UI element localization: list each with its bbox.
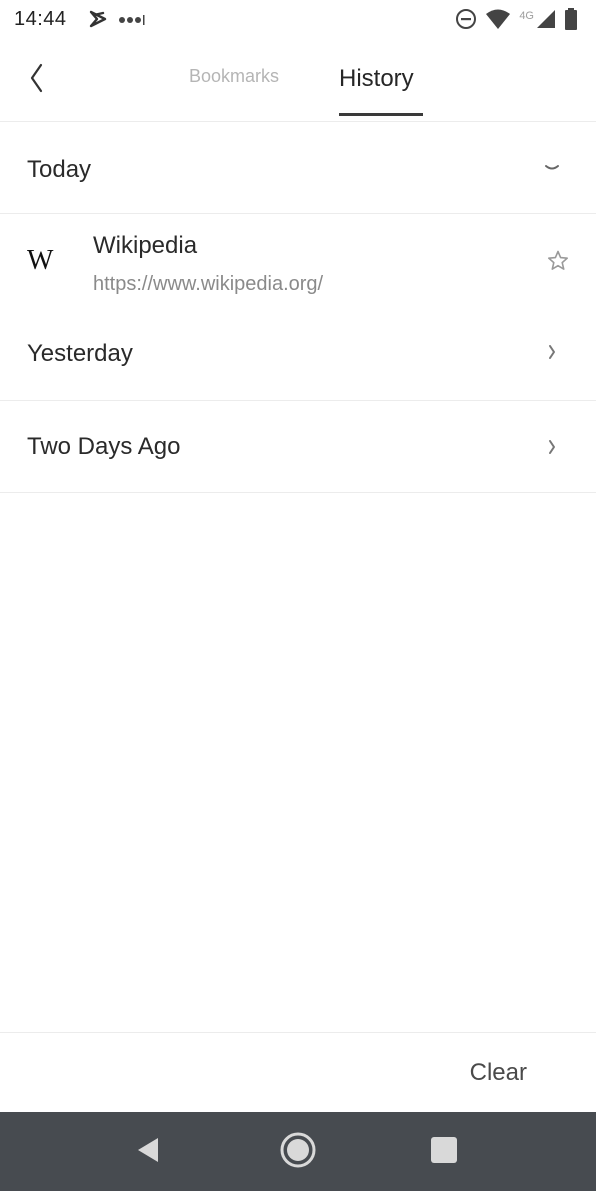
section-yesterday[interactable]: Yesterday	[0, 308, 596, 401]
star-icon[interactable]	[546, 249, 570, 273]
circle-home-icon	[278, 1130, 318, 1175]
footer-bar: Clear	[0, 1032, 596, 1112]
section-yesterday-label: Yesterday	[27, 340, 133, 367]
battery-icon	[564, 8, 578, 35]
back-button[interactable]	[18, 60, 54, 100]
history-item[interactable]: W Wikipedia https://www.wikipedia.org/	[0, 215, 596, 308]
status-right-icons: 4G	[455, 8, 578, 35]
chevron-right-icon	[542, 342, 562, 362]
chevron-down-icon	[542, 158, 562, 178]
nav-home-button[interactable]	[278, 1132, 318, 1172]
wikipedia-logo-icon: W	[27, 245, 53, 276]
chevron-left-icon	[29, 63, 43, 98]
status-bar: 14:44 4G	[0, 0, 596, 40]
history-item-title: Wikipedia	[93, 232, 198, 259]
active-tab-indicator	[339, 113, 423, 116]
chevron-right-icon	[542, 437, 562, 457]
status-time: 14:44	[14, 8, 67, 30]
more-dots-icon	[118, 13, 146, 31]
section-two-days-ago-label: Two Days Ago	[27, 433, 181, 460]
section-two-days-ago[interactable]: Two Days Ago	[0, 401, 596, 493]
notification-icon	[88, 9, 108, 34]
clear-button[interactable]: Clear	[470, 1059, 527, 1087]
section-today[interactable]: Today	[0, 122, 596, 214]
status-left-icons	[88, 9, 146, 34]
top-bar: Bookmarks History	[0, 40, 596, 122]
network-type-label: 4G	[519, 9, 534, 22]
nav-back-button[interactable]	[128, 1132, 168, 1172]
history-item-url: https://www.wikipedia.org/	[93, 273, 324, 295]
nav-recents-button[interactable]	[424, 1132, 464, 1172]
section-today-label: Today	[27, 156, 92, 183]
dnd-icon	[455, 8, 477, 35]
square-recents-icon	[430, 1136, 458, 1169]
tab-history[interactable]: History	[339, 65, 414, 93]
wifi-icon	[485, 8, 511, 35]
tab-bookmarks[interactable]: Bookmarks	[189, 66, 279, 87]
triangle-back-icon	[134, 1135, 162, 1170]
system-nav-bar	[0, 1112, 596, 1191]
signal-icon	[536, 9, 556, 34]
